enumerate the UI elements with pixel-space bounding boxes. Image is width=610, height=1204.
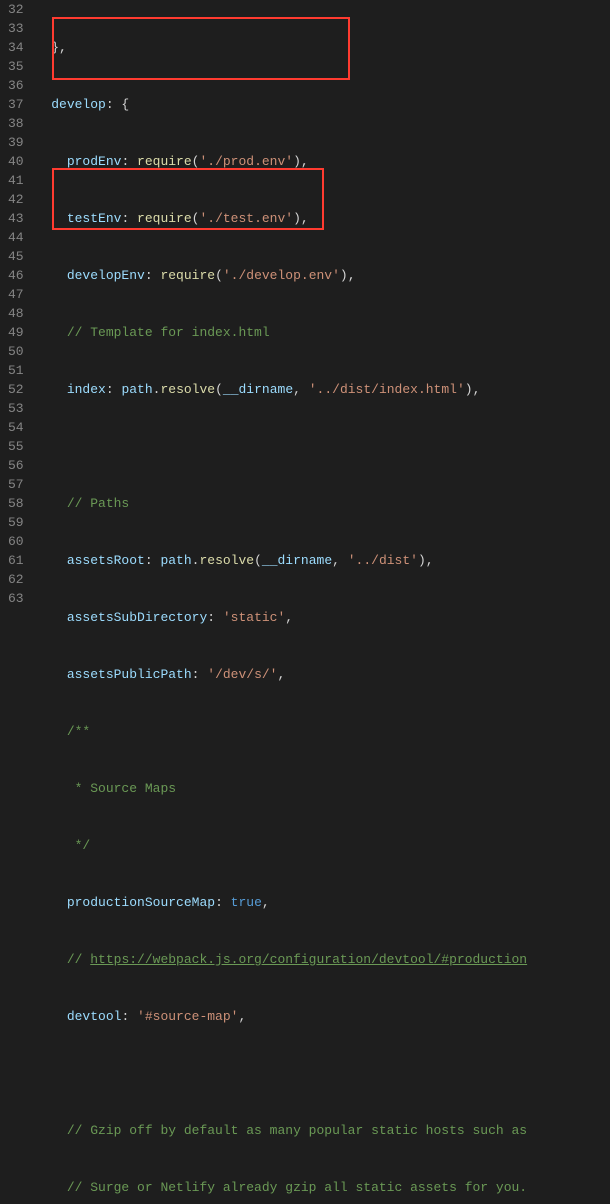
line-number: 46 (8, 266, 24, 285)
code-line: index: path.resolve(__dirname, '../dist/… (36, 380, 610, 399)
line-number: 43 (8, 209, 24, 228)
line-number: 33 (8, 19, 24, 38)
line-number: 50 (8, 342, 24, 361)
line-number: 45 (8, 247, 24, 266)
line-number: 59 (8, 513, 24, 532)
line-number: 57 (8, 475, 24, 494)
line-number: 40 (8, 152, 24, 171)
code-area[interactable]: }, develop: { prodEnv: require('./prod.e… (36, 0, 610, 602)
code-line: }, (36, 38, 610, 57)
line-number: 41 (8, 171, 24, 190)
code-line: productionSourceMap: true, (36, 893, 610, 912)
code-line: devtool: '#source-map', (36, 1007, 610, 1026)
line-number: 56 (8, 456, 24, 475)
code-line: // Gzip off by default as many popular s… (36, 1121, 610, 1140)
line-number: 52 (8, 380, 24, 399)
code-line: prodEnv: require('./prod.env'), (36, 152, 610, 171)
line-number: 61 (8, 551, 24, 570)
line-number: 58 (8, 494, 24, 513)
code-line: develop: { (36, 95, 610, 114)
line-number: 55 (8, 437, 24, 456)
line-number: 51 (8, 361, 24, 380)
line-number: 48 (8, 304, 24, 323)
line-number: 54 (8, 418, 24, 437)
line-number: 39 (8, 133, 24, 152)
code-line (36, 437, 610, 456)
code-line: * Source Maps (36, 779, 610, 798)
code-line: // Template for index.html (36, 323, 610, 342)
line-number: 47 (8, 285, 24, 304)
line-number: 37 (8, 95, 24, 114)
code-line: // Paths (36, 494, 610, 513)
code-line: assetsSubDirectory: 'static', (36, 608, 610, 627)
line-number: 36 (8, 76, 24, 95)
line-number: 49 (8, 323, 24, 342)
line-number-gutter: 32 33 34 35 36 37 38 39 40 41 42 43 44 4… (0, 0, 36, 602)
line-number: 60 (8, 532, 24, 551)
code-line: developEnv: require('./develop.env'), (36, 266, 610, 285)
line-number: 53 (8, 399, 24, 418)
line-number: 35 (8, 57, 24, 76)
code-line: assetsRoot: path.resolve(__dirname, '../… (36, 551, 610, 570)
code-line: // Surge or Netlify already gzip all sta… (36, 1178, 610, 1197)
line-number: 42 (8, 190, 24, 209)
line-number: 44 (8, 228, 24, 247)
line-number: 62 (8, 570, 24, 589)
line-number: 32 (8, 0, 24, 19)
code-line: testEnv: require('./test.env'), (36, 209, 610, 228)
line-number: 63 (8, 589, 24, 608)
code-editor: 32 33 34 35 36 37 38 39 40 41 42 43 44 4… (0, 0, 610, 602)
code-line: // https://webpack.js.org/configuration/… (36, 950, 610, 969)
code-line: assetsPublicPath: '/dev/s/', (36, 665, 610, 684)
code-line (36, 1064, 610, 1083)
code-line: /** (36, 722, 610, 741)
line-number: 38 (8, 114, 24, 133)
line-number: 34 (8, 38, 24, 57)
code-line: */ (36, 836, 610, 855)
